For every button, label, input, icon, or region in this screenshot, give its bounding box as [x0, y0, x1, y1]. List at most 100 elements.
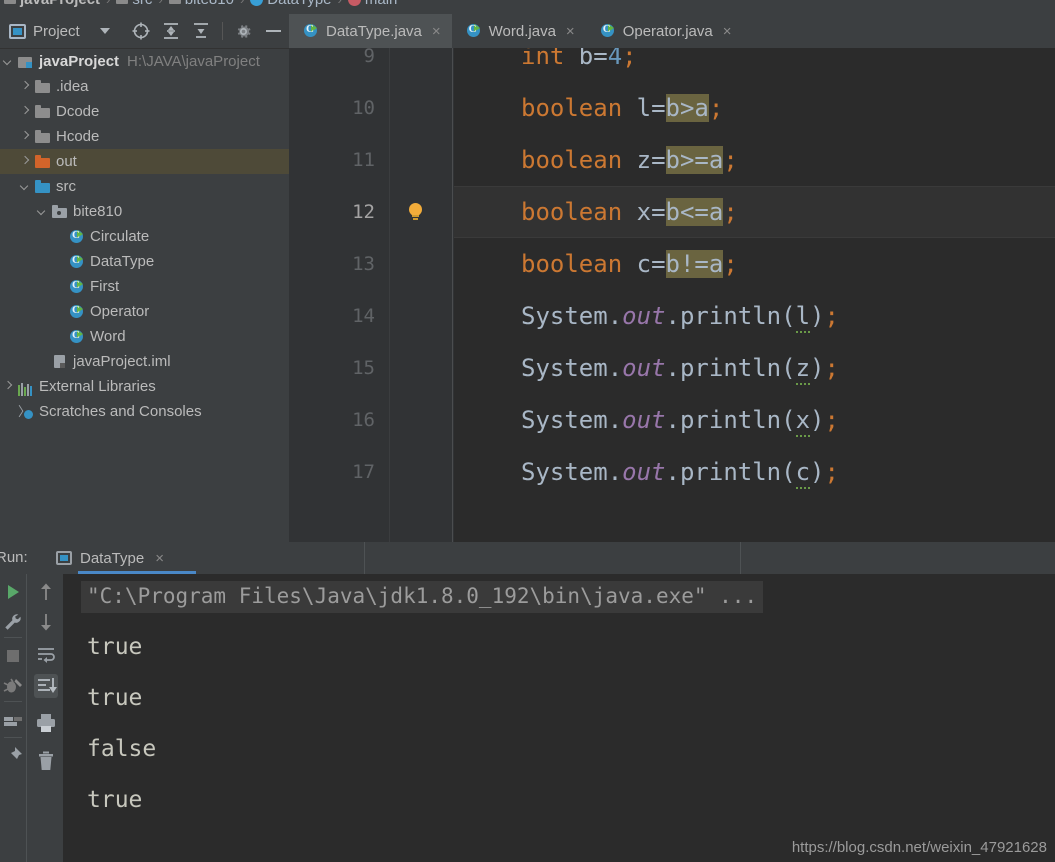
tree-node-label: First	[90, 278, 120, 295]
intention-bulb-icon[interactable]	[407, 203, 425, 221]
console-output[interactable]: "C:\Program Files\Java\jdk1.8.0_192\bin\…	[63, 574, 1055, 862]
breadcrumb-item-label: javaProject	[20, 0, 100, 8]
line-number[interactable]: 17	[352, 446, 375, 498]
editor-area: C DataType.java × C Word.java × C Operator.java…	[289, 14, 1055, 542]
chevron-down-icon[interactable]	[2, 55, 15, 68]
code-line[interactable]: boolean x=b<=a;	[521, 186, 738, 238]
hide-window-icon[interactable]	[263, 20, 285, 42]
pin-icon[interactable]	[1, 744, 25, 768]
tree-node-out[interactable]: out	[0, 149, 289, 174]
trash-icon[interactable]	[34, 749, 58, 773]
debug-icon[interactable]	[1, 674, 25, 698]
chevron-right-icon[interactable]	[19, 105, 32, 118]
tree-node-scratches-and-consoles[interactable]: Scratches and Consoles	[0, 399, 289, 424]
chevron-right-icon[interactable]	[19, 155, 32, 168]
code-token: out	[622, 406, 666, 434]
code-token: a	[708, 198, 724, 226]
tree-node-external-libraries[interactable]: External Libraries	[0, 374, 289, 399]
code-token: ;	[723, 250, 738, 278]
code-line[interactable]: System.out.println(z);	[521, 342, 839, 394]
code-lines[interactable]: int b=4; boolean l=b>a; boolean z=b>=a; boo…	[453, 48, 1055, 542]
tree-node-word[interactable]: C Word	[0, 324, 289, 349]
layout-icon[interactable]	[1, 709, 25, 733]
code-line[interactable]: boolean c=b!=a;	[521, 238, 738, 290]
line-number[interactable]: 14	[352, 290, 375, 342]
expand-all-icon[interactable]	[160, 20, 182, 42]
line-number[interactable]: 16	[352, 394, 375, 446]
tree-node--idea[interactable]: .idea	[0, 74, 289, 99]
gear-icon[interactable]	[233, 20, 255, 42]
code-editor[interactable]: 9 10 11 12 13 14 15 16 17 int b=4; boolean l=b>a;…	[289, 48, 1055, 542]
code-line[interactable]: System.out.println(c);	[521, 446, 839, 498]
close-icon[interactable]: ×	[432, 24, 441, 39]
code-token: 4	[607, 48, 623, 70]
breadcrumb-item-main[interactable]: main	[347, 0, 397, 8]
package-dot	[57, 210, 61, 215]
chevron-right-icon[interactable]	[19, 130, 32, 143]
project-tree[interactable]: javaProject H:\JAVA\javaProject .idea Dcode…	[0, 49, 289, 542]
code-token: ;	[723, 198, 738, 226]
arrow-up-icon[interactable]	[34, 580, 58, 604]
wrench-settings-icon[interactable]	[1, 610, 25, 634]
breadcrumb-item-javaproject[interactable]: javaProject	[4, 0, 100, 8]
print-icon[interactable]	[34, 711, 58, 735]
line-number[interactable]: 9	[364, 48, 375, 82]
close-icon[interactable]: ×	[155, 551, 164, 566]
code-line[interactable]: boolean z=b>=a;	[521, 134, 738, 186]
code-token: ;	[622, 48, 637, 70]
line-number[interactable]: 15	[352, 342, 375, 394]
tree-node-bite810[interactable]: bite810	[0, 199, 289, 224]
code-line[interactable]: int b=4;	[521, 48, 637, 82]
code-token: .	[607, 458, 623, 486]
breadcrumb: javaProject › src › bite810 › DataType › main	[0, 0, 1055, 14]
tree-node-src[interactable]: src	[0, 174, 289, 199]
tree-node-dcode[interactable]: Dcode	[0, 99, 289, 124]
scroll-to-end-icon[interactable]	[34, 674, 58, 698]
rerun-icon[interactable]	[1, 580, 25, 604]
code-token: l	[636, 94, 652, 122]
code-line[interactable]: boolean l=b>a;	[521, 82, 723, 134]
run-body: "C:\Program Files\Java\jdk1.8.0_192\bin\…	[0, 574, 1055, 862]
breadcrumb-item-src[interactable]: src	[116, 0, 152, 8]
chevron-down-icon[interactable]	[36, 205, 49, 218]
close-icon[interactable]: ×	[723, 24, 732, 39]
collapse-all-icon[interactable]	[190, 20, 212, 42]
tree-node-operator[interactable]: C Operator	[0, 299, 289, 324]
close-icon[interactable]: ×	[566, 24, 575, 39]
code-line[interactable]: System.out.println(x);	[521, 394, 839, 446]
line-number[interactable]: 13	[352, 238, 375, 290]
chevron-right-icon[interactable]	[19, 80, 32, 93]
code-token: .println(	[665, 354, 796, 382]
breadcrumb-item-datatype[interactable]: DataType	[250, 0, 332, 8]
chevron-right-icon[interactable]	[2, 380, 15, 393]
run-tab-datatype[interactable]: DataType ×	[46, 542, 196, 574]
line-number[interactable]: 11	[352, 134, 375, 186]
line-number[interactable]: 12	[352, 186, 375, 238]
java-class-icon: C	[69, 329, 85, 345]
editor-tab-operator-java[interactable]: C Operator.java ×	[586, 14, 743, 48]
locate-target-icon[interactable]	[130, 20, 152, 42]
project-toolbar: Project	[0, 14, 289, 49]
line-number[interactable]: 10	[352, 82, 375, 134]
code-token: b	[665, 146, 680, 174]
code-token: System	[521, 406, 608, 434]
soft-wrap-icon[interactable]	[34, 642, 58, 666]
class-letter: C	[72, 228, 80, 241]
editor-tab-word-java[interactable]: C Word.java ×	[452, 14, 586, 48]
editor-tab-datatype-java[interactable]: C DataType.java ×	[289, 14, 452, 48]
tree-node-circulate[interactable]: C Circulate	[0, 224, 289, 249]
tree-node-hcode[interactable]: Hcode	[0, 124, 289, 149]
stop-icon[interactable]	[1, 644, 25, 668]
tree-node-datatype[interactable]: C DataType	[0, 249, 289, 274]
breadcrumb-item-bite810[interactable]: bite810	[168, 0, 234, 8]
run-window-label: Run:	[0, 549, 28, 566]
tree-node-first[interactable]: C First	[0, 274, 289, 299]
tree-node-javaproject[interactable]: javaProject H:\JAVA\javaProject	[0, 49, 289, 74]
code-line[interactable]: System.out.println(l);	[521, 290, 839, 342]
chevron-down-icon[interactable]	[94, 20, 116, 42]
tree-node-label: javaProject	[39, 53, 120, 70]
tree-node-javaproject-iml[interactable]: javaProject.iml	[0, 349, 289, 374]
chevron-down-icon[interactable]	[19, 180, 32, 193]
arrow-down-icon[interactable]	[34, 610, 58, 634]
